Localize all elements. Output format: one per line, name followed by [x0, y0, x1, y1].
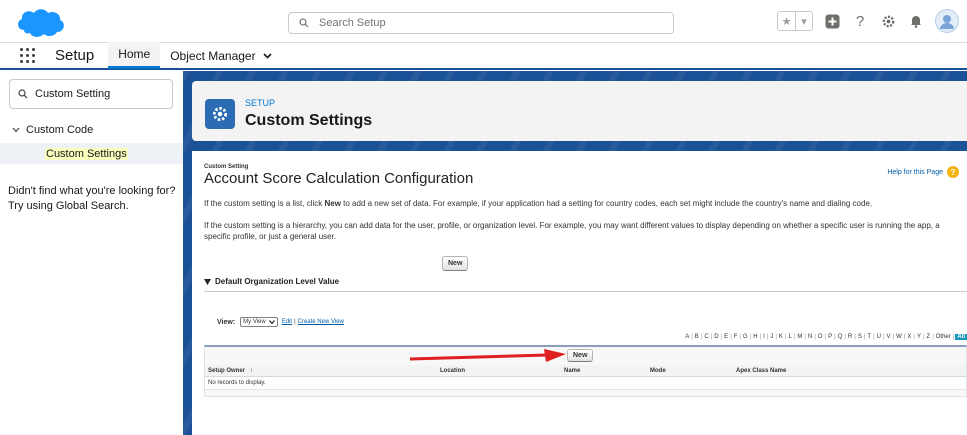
- chevron-down-icon: [268, 320, 275, 324]
- global-actions-icon[interactable]: [823, 12, 841, 30]
- create-new-view-link[interactable]: Create New View: [298, 319, 344, 325]
- global-search-input[interactable]: Search Setup: [288, 12, 674, 34]
- help-link-label: Help for this Page: [887, 168, 943, 176]
- header-icon-group: ★ ▾ ?: [777, 9, 959, 33]
- column-mode[interactable]: Mode: [650, 368, 666, 374]
- table-header: Setup Owner ↑ Location Name Mode Apex Cl…: [205, 365, 966, 377]
- app-name: Setup: [55, 47, 95, 64]
- section-title: Default Organization Level Value: [215, 277, 340, 286]
- help-icon[interactable]: ?: [851, 12, 869, 30]
- setup-gear-icon: [205, 99, 235, 129]
- page-eyebrow: SETUP: [245, 98, 276, 108]
- section-default-org-value[interactable]: Default Organization Level Value: [204, 277, 339, 286]
- alphabet-filter: A | B | C | D | E | F | G | H | I | J | K | L | M | N | O | P | Q | R | S | T |…: [684, 334, 967, 340]
- search-icon: [18, 89, 28, 99]
- alphabet-filter-q[interactable]: Q: [837, 334, 844, 340]
- setup-sidebar: Custom Setting Custom Code Custom Settin…: [0, 71, 183, 435]
- sort-ascending-icon: ↑: [249, 367, 253, 374]
- favorites-button-group: ★ ▾: [777, 11, 813, 31]
- tree-node-custom-settings[interactable]: Custom Settings: [0, 143, 183, 164]
- alphabet-filter-m[interactable]: M: [796, 334, 803, 340]
- favorites-star-icon[interactable]: ★: [778, 12, 795, 30]
- edit-view-link[interactable]: Edit: [282, 319, 292, 325]
- triangle-down-icon[interactable]: [204, 278, 211, 285]
- help-for-this-page-link[interactable]: Help for this Page ?: [887, 166, 959, 178]
- alphabet-filter-o[interactable]: O: [817, 334, 824, 340]
- favorites-list-icon[interactable]: ▾: [795, 12, 812, 30]
- section-divider: [204, 291, 967, 292]
- search-placeholder: Search Setup: [319, 17, 386, 29]
- custom-setting-title: Account Score Calculation Configuration: [204, 170, 474, 187]
- view-select[interactable]: My View: [240, 317, 278, 327]
- list-view-controls: View: My View Edit | Create New View: [217, 317, 344, 327]
- app-launcher-icon[interactable]: [20, 47, 36, 64]
- alphabet-filter-all[interactable]: All: [955, 334, 967, 340]
- alphabet-filter-other[interactable]: Other: [935, 334, 952, 340]
- new-button[interactable]: New: [442, 256, 469, 271]
- main-content-area: SETUP Custom Settings Custom Setting Acc…: [183, 71, 967, 435]
- quick-find-input[interactable]: Custom Setting: [9, 79, 173, 109]
- column-apex-class-name[interactable]: Apex Class Name: [736, 368, 786, 374]
- page-header: SETUP Custom Settings: [192, 81, 967, 141]
- empty-state-message: No records to display.: [205, 377, 966, 390]
- search-icon: [299, 18, 309, 28]
- chevron-down-icon[interactable]: [12, 125, 20, 135]
- annotation-arrow: [409, 349, 566, 362]
- alphabet-filter-g[interactable]: G: [742, 334, 749, 340]
- global-search-hint: Didn't find what you're looking for? Try…: [8, 185, 176, 212]
- records-list: New Setup Owner ↑ Location Name Mode Ape…: [204, 345, 967, 397]
- tree-node-label: Custom Code: [26, 124, 94, 136]
- hierarchy-description: If the custom setting is a hierarchy, yo…: [204, 221, 940, 241]
- view-label: View:: [217, 318, 236, 326]
- column-name[interactable]: Name: [564, 368, 580, 374]
- tab-object-manager-label: Object Manager: [170, 48, 256, 63]
- tree-node-label: Custom Settings: [45, 147, 128, 160]
- help-icon[interactable]: ?: [947, 166, 959, 178]
- custom-setting-detail: Custom Setting Account Score Calculation…: [192, 151, 967, 435]
- salesforce-logo[interactable]: [14, 6, 66, 40]
- chevron-down-icon[interactable]: [263, 52, 272, 59]
- tab-object-manager[interactable]: Object Manager: [160, 42, 281, 69]
- app-navigation-bar: Setup Home Object Manager: [0, 42, 967, 70]
- tab-home[interactable]: Home: [108, 42, 161, 69]
- quick-find-value: Custom Setting: [35, 88, 111, 100]
- list-new-button[interactable]: New: [567, 349, 594, 362]
- column-setup-owner[interactable]: Setup Owner ↑: [208, 368, 253, 374]
- list-description: If the custom setting is a list, click N…: [204, 199, 873, 208]
- setup-gear-icon[interactable]: [879, 12, 897, 30]
- column-location[interactable]: Location: [440, 368, 465, 374]
- page-title: Custom Settings: [245, 112, 373, 129]
- user-avatar[interactable]: [935, 9, 959, 33]
- tab-home-label: Home: [118, 47, 151, 61]
- global-header: Search Setup ★ ▾ ?: [0, 0, 967, 43]
- notifications-bell-icon[interactable]: [907, 12, 925, 30]
- alphabet-filter-w[interactable]: W: [895, 334, 903, 340]
- tree-node-custom-code[interactable]: Custom Code: [12, 124, 93, 136]
